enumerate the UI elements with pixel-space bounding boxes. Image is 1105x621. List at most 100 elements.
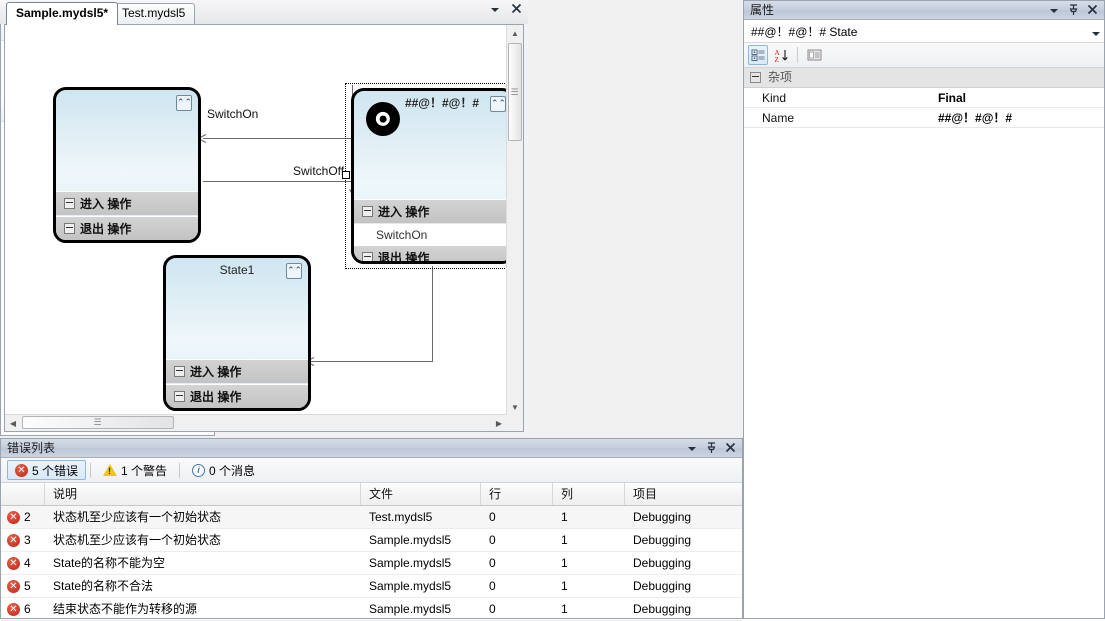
scroll-left-icon[interactable]: ◀ <box>5 415 21 431</box>
tab-test[interactable]: Test.mydsl5 <box>112 3 196 24</box>
table-row[interactable]: ✕ 3 状态机至少应该有一个初始状态 Sample.mydsl5 0 1 Deb… <box>1 529 742 552</box>
compartment-entry-header[interactable]: 进入 操作 <box>166 359 308 383</box>
error-list-header: 说明 文件 行 列 项目 <box>1 483 742 506</box>
scrollbar-corner <box>507 415 523 431</box>
compartment-entry-header[interactable]: 进入 操作 <box>354 199 507 223</box>
error-list-close-icon[interactable] <box>724 442 736 455</box>
error-row-project: Debugging <box>633 510 692 524</box>
error-icon: ✕ <box>7 533 20 547</box>
table-row[interactable]: ✕ 4 State的名称不能为空 Sample.mydsl5 0 1 Debug… <box>1 552 742 575</box>
filter-errors-button[interactable]: ✕ 5 个错误 <box>7 460 87 480</box>
compartment-label: 进入 操作 <box>80 196 132 211</box>
compartment-entry-header[interactable]: 进入 操作 <box>56 191 198 215</box>
transition-switchon-line[interactable] <box>203 138 353 139</box>
chevron-down-icon[interactable] <box>1092 31 1100 36</box>
properties-selected-object: ##@！#@！# State <box>751 24 858 39</box>
compartment-exit-header[interactable]: 退出 操作 <box>354 245 507 261</box>
transition-switchoff-line[interactable] <box>203 181 353 182</box>
property-pages-icon[interactable] <box>804 45 824 65</box>
collapse-minus-icon[interactable] <box>362 206 373 217</box>
error-row-description: State的名称不合法 <box>53 579 154 593</box>
state-shape-body: ##@！#@！# ⌃⌃ 进入 操作 SwitchOn 退出 操作 SwitchO… <box>351 88 507 264</box>
svg-text:Z: Z <box>774 56 778 63</box>
collapse-chevron-icon[interactable]: ⌃⌃ <box>490 96 506 112</box>
warning-icon <box>103 464 118 476</box>
column-header-line[interactable]: 行 <box>481 483 553 505</box>
compartment-exit-header[interactable]: 退出 操作 <box>56 216 198 240</box>
error-row-description: State的名称不能为空 <box>53 556 166 570</box>
error-list-pin-icon[interactable] <box>705 441 717 455</box>
diagram-horizontal-scrollbar[interactable]: ◀ ☰ ▶ <box>5 414 507 431</box>
collapse-chevron-icon[interactable]: ⌃⌃ <box>286 263 302 279</box>
compartment-entry-item[interactable]: SwitchOn <box>354 223 507 245</box>
error-row-column: 1 <box>561 579 568 593</box>
error-row-id: 2 <box>24 510 31 524</box>
document-dropdown-icon[interactable] <box>489 3 501 16</box>
table-row[interactable]: ✕ 6 结束状态不能作为转移的源 Sample.mydsl5 0 1 Debug… <box>1 598 742 621</box>
collapse-minus-icon[interactable] <box>174 366 185 377</box>
properties-title-bar: 属性 <box>744 1 1104 20</box>
error-row-description: 结束状态不能作为转移的源 <box>53 602 198 616</box>
vs-shell-window: 工具箱 State Machine 指针 <box>0 0 1105 621</box>
transition-to-state1-h[interactable] <box>311 361 433 362</box>
table-row[interactable]: ✕ 2 状态机至少应该有一个初始状态 Test.mydsl5 0 1 Debug… <box>1 506 742 529</box>
properties-pin-icon[interactable] <box>1067 3 1079 17</box>
scroll-up-icon[interactable]: ▲ <box>507 25 523 41</box>
diagram-canvas[interactable]: SwitchOn SwitchOff ⌃⌃ 进入 操作 退出 操作 ##@！#@… <box>5 25 507 415</box>
filter-warnings-button[interactable]: 1 个警告 <box>95 460 175 480</box>
diagram-vertical-scrollbar[interactable]: ▲ ☰ ▼ <box>506 25 523 415</box>
collapse-minus-icon[interactable] <box>174 391 185 402</box>
error-row-column: 1 <box>561 556 568 570</box>
horizontal-scroll-thumb[interactable]: ☰ <box>22 416 174 429</box>
properties-object-selector[interactable]: ##@！#@！# State <box>744 20 1104 43</box>
alphabetical-icon[interactable]: A Z <box>771 45 791 65</box>
collapse-minus-icon[interactable] <box>750 72 761 83</box>
table-row[interactable]: ✕ 5 State的名称不合法 Sample.mydsl5 0 1 Debugg… <box>1 575 742 598</box>
error-row-id: 4 <box>24 556 31 570</box>
diagram-host: SwitchOn SwitchOff ⌃⌃ 进入 操作 退出 操作 ##@！#@… <box>4 24 524 432</box>
transition-to-state1-v[interactable] <box>432 266 433 362</box>
property-value[interactable]: ##@！#@！# <box>932 109 1104 126</box>
properties-close-icon[interactable] <box>1086 4 1098 17</box>
error-icon: ✕ <box>15 463 28 477</box>
collapse-chevron-icon[interactable]: ⌃⌃ <box>176 95 192 111</box>
column-header-description[interactable]: 说明 <box>45 483 361 505</box>
collapse-minus-icon[interactable] <box>362 252 373 261</box>
document-close-icon[interactable] <box>510 3 522 16</box>
error-row-project: Debugging <box>633 602 692 616</box>
selection-handle-left[interactable] <box>342 171 350 179</box>
state-shape-state1[interactable]: State1 ⌃⌃ 进入 操作 退出 操作 <box>163 255 311 411</box>
filter-messages-button[interactable]: i 0 个消息 <box>184 460 263 480</box>
compartment-exit-header[interactable]: 退出 操作 <box>166 384 308 408</box>
column-header-icon[interactable] <box>1 483 45 505</box>
property-value[interactable]: Final <box>932 91 1104 105</box>
state-title: ##@！#@！# <box>404 96 480 110</box>
properties-category-misc[interactable]: 杂项 <box>744 68 1104 88</box>
error-icon: ✕ <box>7 602 20 616</box>
error-row-file: Test.mydsl5 <box>369 510 433 524</box>
collapse-minus-icon[interactable] <box>64 198 75 209</box>
column-header-project[interactable]: 项目 <box>625 483 742 505</box>
error-row-project: Debugging <box>633 533 692 547</box>
state-shape-unnamed[interactable]: ⌃⌃ 进入 操作 退出 操作 <box>53 87 201 243</box>
column-header-column[interactable]: 列 <box>553 483 625 505</box>
vertical-scroll-thumb[interactable]: ☰ <box>508 43 522 141</box>
error-row-line: 0 <box>489 579 496 593</box>
error-list-dropdown-icon[interactable] <box>686 442 698 455</box>
categorized-icon[interactable] <box>748 45 768 65</box>
state-shape-final[interactable]: ##@！#@！# ⌃⌃ 进入 操作 SwitchOn 退出 操作 SwitchO… <box>351 88 507 264</box>
filter-warnings-label: 1 个警告 <box>121 463 168 478</box>
error-row-file: Sample.mydsl5 <box>369 602 452 616</box>
property-row-name[interactable]: Name ##@！#@！# <box>744 108 1104 128</box>
collapse-minus-icon[interactable] <box>64 223 75 234</box>
transition-label-switchoff[interactable]: SwitchOff <box>293 164 344 178</box>
tab-sample[interactable]: Sample.mydsl5* <box>6 2 119 25</box>
scroll-right-icon[interactable]: ▶ <box>491 415 507 431</box>
property-key: Name <box>762 110 795 125</box>
transition-label-switchon[interactable]: SwitchOn <box>207 107 258 121</box>
compartment-label: 进入 操作 <box>378 204 430 219</box>
scroll-down-icon[interactable]: ▼ <box>507 399 523 415</box>
column-header-file[interactable]: 文件 <box>361 483 481 505</box>
property-row-kind[interactable]: Kind Final <box>744 88 1104 108</box>
properties-dropdown-icon[interactable] <box>1048 4 1060 17</box>
